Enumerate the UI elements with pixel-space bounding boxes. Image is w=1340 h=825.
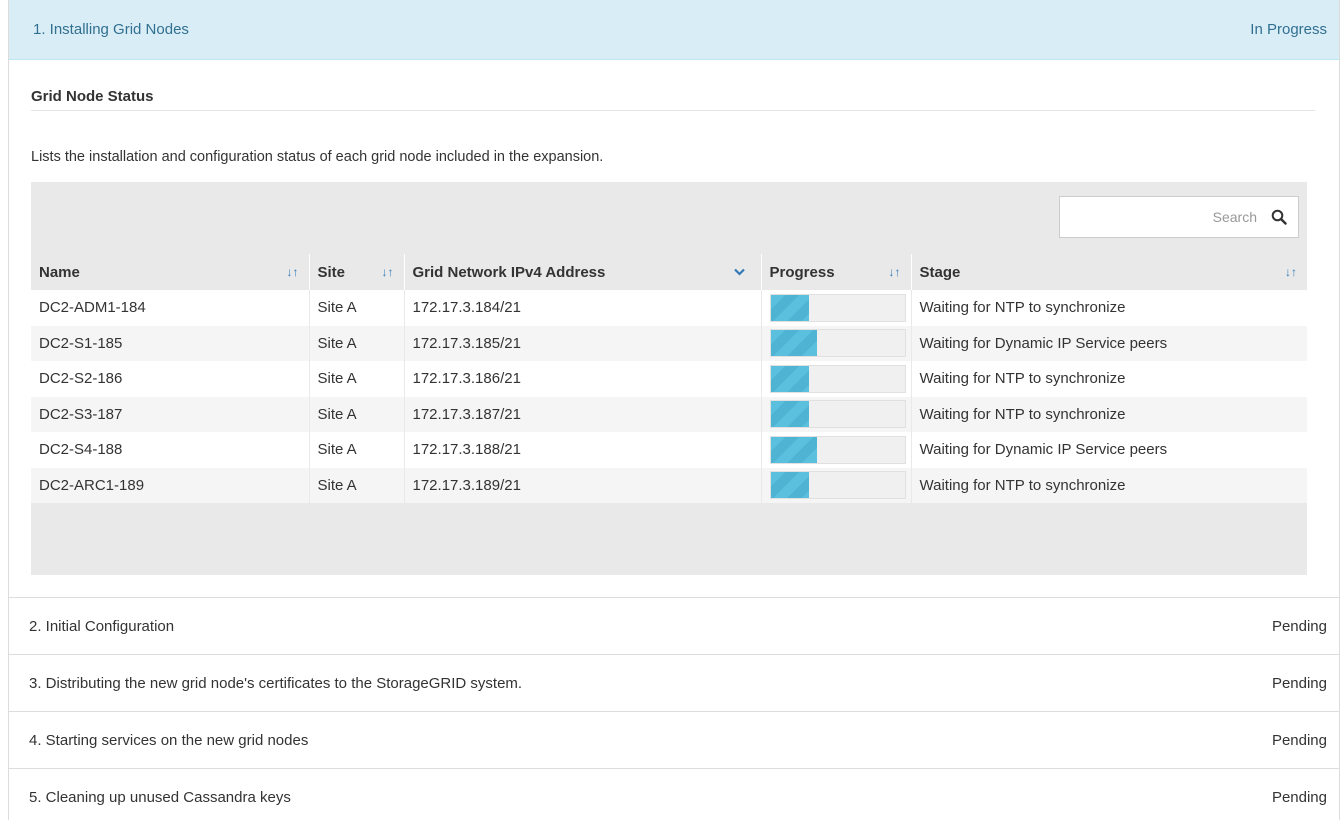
table-row: DC2-ARC1-189 Site A 172.17.3.189/21 Wait… (31, 467, 1307, 503)
progress-bar-fill (770, 401, 810, 428)
cell-site: Site A (309, 325, 405, 361)
cell-name: DC2-S4-188 (31, 432, 310, 468)
progress-bar (769, 471, 906, 500)
cell-name: DC2-S2-186 (31, 361, 310, 397)
cell-name: DC2-S3-187 (31, 396, 310, 432)
progress-bar-fill (770, 365, 810, 392)
progress-bar-fill (770, 330, 818, 357)
table-row: DC2-S1-185 Site A 172.17.3.185/21 Waitin… (31, 325, 1307, 361)
search-input[interactable] (1060, 208, 1259, 226)
table-header-row: Name ↓↑ Site ↓↑ Grid Network IPv4 Addres… (31, 254, 1307, 290)
progress-bar (769, 293, 906, 322)
expansion-progress-panel: 1. Installing Grid Nodes In Progress Gri… (8, 0, 1340, 820)
progress-bar (769, 400, 906, 429)
step-label: 2. Initial Configuration (29, 617, 175, 635)
cell-ip: 172.17.3.186/21 (404, 361, 762, 397)
step-label: 5. Cleaning up unused Cassandra keys (29, 788, 291, 806)
cell-stage: Waiting for NTP to synchronize (911, 396, 1307, 432)
search-button[interactable] (1259, 197, 1298, 237)
section-description: Lists the installation and configuration… (31, 149, 604, 165)
table-row: DC2-S4-188 Site A 172.17.3.188/21 Waitin… (31, 432, 1307, 468)
step-label: 3. Distributing the new grid node's cert… (29, 674, 523, 692)
step-label: 4. Starting services on the new grid nod… (29, 731, 309, 749)
step-installing-grid-nodes[interactable]: 1. Installing Grid Nodes In Progress (9, 0, 1339, 60)
search-icon (1271, 209, 1287, 225)
column-header-ip[interactable]: Grid Network IPv4 Address (404, 254, 762, 290)
column-header-progress[interactable]: Progress ↓↑ (761, 254, 912, 290)
step-status: Pending (1271, 788, 1327, 806)
step-status: Pending (1271, 617, 1327, 635)
step-distributing-certificates[interactable]: 3. Distributing the new grid node's cert… (9, 654, 1339, 711)
cell-ip: 172.17.3.188/21 (404, 432, 762, 468)
progress-bar (769, 364, 906, 393)
step-cleaning-cassandra-keys[interactable]: 5. Cleaning up unused Cassandra keys Pen… (9, 768, 1339, 825)
progress-bar-fill (770, 472, 810, 499)
cell-site: Site A (309, 290, 405, 326)
search-box (1059, 196, 1299, 238)
progress-bar (769, 435, 906, 464)
cell-progress (761, 361, 912, 397)
cell-site: Site A (309, 396, 405, 432)
cell-progress (761, 467, 912, 503)
cell-site: Site A (309, 432, 405, 468)
cell-stage: Waiting for NTP to synchronize (911, 467, 1307, 503)
cell-stage: Waiting for Dynamic IP Service peers (911, 432, 1307, 468)
cell-progress (761, 432, 912, 468)
cell-progress (761, 396, 912, 432)
cell-ip: 172.17.3.184/21 (404, 290, 762, 326)
step-initial-configuration[interactable]: 2. Initial Configuration Pending (9, 597, 1339, 654)
cell-progress (761, 325, 912, 361)
column-header-site[interactable]: Site ↓↑ (309, 254, 405, 290)
cell-site: Site A (309, 361, 405, 397)
progress-bar-fill (770, 436, 818, 463)
table-row: DC2-S2-186 Site A 172.17.3.186/21 Waitin… (31, 361, 1307, 397)
sort-icon[interactable]: ↓↑ (1285, 266, 1297, 278)
table-row: DC2-S3-187 Site A 172.17.3.187/21 Waitin… (31, 396, 1307, 432)
sort-icon[interactable]: ↓↑ (382, 266, 394, 278)
progress-bar (769, 329, 906, 358)
cell-progress (761, 290, 912, 326)
column-header-stage[interactable]: Stage ↓↑ (911, 254, 1307, 290)
table-row: DC2-ADM1-184 Site A 172.17.3.184/21 Wait… (31, 290, 1307, 326)
sort-icon[interactable]: ↓↑ (889, 266, 901, 278)
cell-name: DC2-S1-185 (31, 325, 310, 361)
grid-node-table: Name ↓↑ Site ↓↑ Grid Network IPv4 Addres… (31, 254, 1307, 503)
section-divider (31, 110, 1315, 111)
cell-ip: 172.17.3.187/21 (404, 396, 762, 432)
chevron-down-icon[interactable] (733, 266, 745, 278)
step-starting-services[interactable]: 4. Starting services on the new grid nod… (9, 711, 1339, 768)
grid-node-table-container: Name ↓↑ Site ↓↑ Grid Network IPv4 Addres… (31, 182, 1307, 575)
cell-site: Site A (309, 467, 405, 503)
cell-stage: Waiting for Dynamic IP Service peers (911, 325, 1307, 361)
cell-name: DC2-ADM1-184 (31, 290, 310, 326)
cell-name: DC2-ARC1-189 (31, 467, 310, 503)
cell-stage: Waiting for NTP to synchronize (911, 290, 1307, 326)
step-1-body: Grid Node Status Lists the installation … (9, 60, 1339, 597)
step-status: In Progress (1250, 21, 1327, 38)
section-title: Grid Node Status (31, 88, 154, 105)
cell-ip: 172.17.3.189/21 (404, 467, 762, 503)
sort-icon[interactable]: ↓↑ (287, 266, 299, 278)
step-label: 1. Installing Grid Nodes (33, 21, 189, 38)
cell-ip: 172.17.3.185/21 (404, 325, 762, 361)
column-header-name[interactable]: Name ↓↑ (31, 254, 310, 290)
step-status: Pending (1271, 731, 1327, 749)
cell-stage: Waiting for NTP to synchronize (911, 361, 1307, 397)
progress-bar-fill (770, 294, 810, 321)
step-status: Pending (1271, 674, 1327, 692)
